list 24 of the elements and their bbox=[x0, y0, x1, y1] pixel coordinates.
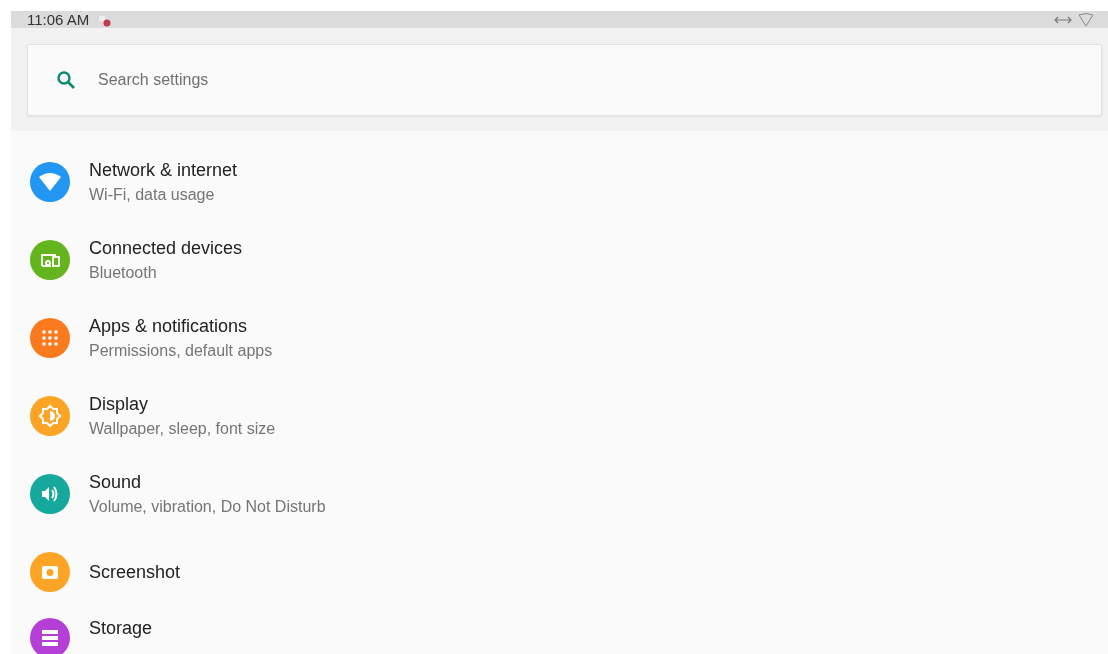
item-title: Connected devices bbox=[89, 238, 243, 259]
search-bar[interactable]: Search settings bbox=[27, 44, 1102, 116]
item-subtitle: Permissions, default apps bbox=[89, 342, 273, 360]
settings-item[interactable]: Display Wallpaper, sleep, font size bbox=[11, 377, 1108, 455]
item-title: Screenshot bbox=[89, 561, 181, 583]
settings-item[interactable]: Screenshot bbox=[11, 533, 1108, 611]
search-icon bbox=[56, 70, 76, 90]
item-subtitle: Bluetooth bbox=[89, 264, 158, 282]
item-subtitle: Wallpaper, sleep, font size bbox=[89, 420, 276, 438]
item-title: Storage bbox=[89, 618, 153, 639]
item-title: Network & internet bbox=[89, 160, 238, 181]
item-title: Display bbox=[89, 394, 150, 415]
item-subtitle: Wi-Fi, data usage bbox=[89, 186, 216, 204]
status-time: 11:06 AM bbox=[27, 11, 90, 28]
item-title: Apps & notifications bbox=[89, 316, 249, 337]
item-subtitle: Volume, vibration, Do Not Disturb bbox=[89, 498, 326, 516]
settings-item[interactable]: Sound Volume, vibration, Do Not Disturb bbox=[11, 455, 1108, 533]
settings-item[interactable]: Storage bbox=[11, 611, 1108, 654]
search-field[interactable]: Search settings bbox=[96, 70, 1101, 90]
settings-item[interactable]: Connected devices Bluetooth bbox=[11, 221, 1108, 299]
settings-item[interactable]: Network & internet Wi-Fi, data usage bbox=[11, 143, 1108, 221]
settings-item[interactable]: Apps & notifications Permissions, default apps bbox=[11, 299, 1108, 377]
item-title: Sound bbox=[89, 472, 143, 493]
wifi-icon bbox=[1078, 12, 1094, 27]
